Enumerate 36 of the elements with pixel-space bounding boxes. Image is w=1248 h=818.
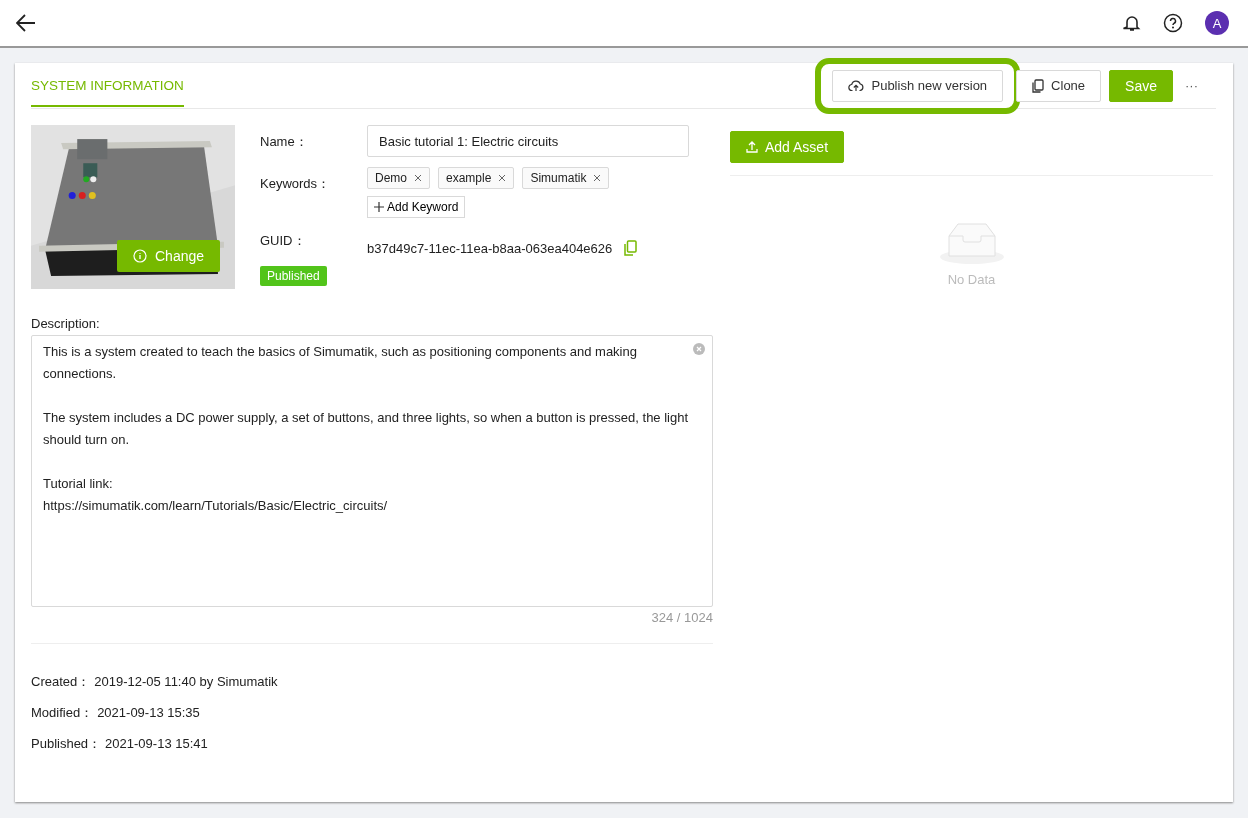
keyword-tag[interactable]: Demo [367,167,430,189]
empty-tray-icon [939,222,1004,264]
copy-icon [1032,78,1045,93]
meta-label: Modified： [31,704,94,722]
cloud-upload-icon [848,79,865,92]
field-label: Keywords： [260,175,332,193]
description-label: Description: [31,316,101,331]
info-icon [133,249,147,263]
keyword-tag[interactable]: Simumatik [522,167,610,189]
close-icon[interactable] [414,174,422,182]
action-button[interactable]: Clone [1016,69,1102,102]
name-field[interactable]: Basic tutorial 1: Electric circuits [367,125,689,157]
more-button[interactable]: ··· [1181,78,1202,93]
help-icon[interactable] [1163,13,1183,33]
guid-value: b37d49c7-11ec-11ea-b8aa-063ea404e626 [367,240,613,256]
meta-value: 2019-12-05 11:40 by Simumatik [94,673,278,691]
close-icon[interactable] [593,174,602,182]
field-label: GUID： [260,232,307,250]
empty-text: No Data [947,272,996,287]
action-button[interactable]: Publish new version [832,69,1004,102]
character-counter: 324 / 1024 [651,610,713,625]
field-label: Name： [260,133,309,151]
back-arrow-icon[interactable] [16,14,36,32]
meta-value: 2021-09-13 15:35 [97,704,200,722]
bell-icon[interactable] [1123,14,1141,32]
close-icon[interactable] [498,174,507,182]
add-keyword-button[interactable]: Add Keyword [367,196,466,218]
meta-label: Published： [31,735,102,753]
keyword-tag[interactable]: example [438,167,515,189]
meta-value: 2021-09-13 15:41 [105,735,208,753]
upload-icon [746,141,758,153]
description-field[interactable]: This is a system created to teach the basics of Simumatik, such as positioning components and making connections. The system includes a DC power supply, a set of buttons, and three lights, so when a button is pressed, the light should turn on. Tutorial link: https://simumatik.com/learn/Tutorials/Basic/Electric_circuits/ [31,335,713,607]
plus-icon [374,202,384,212]
meta-label: Created： [31,673,91,691]
status-badge: Published [260,266,327,286]
user-avatar[interactable]: A [1205,11,1229,35]
